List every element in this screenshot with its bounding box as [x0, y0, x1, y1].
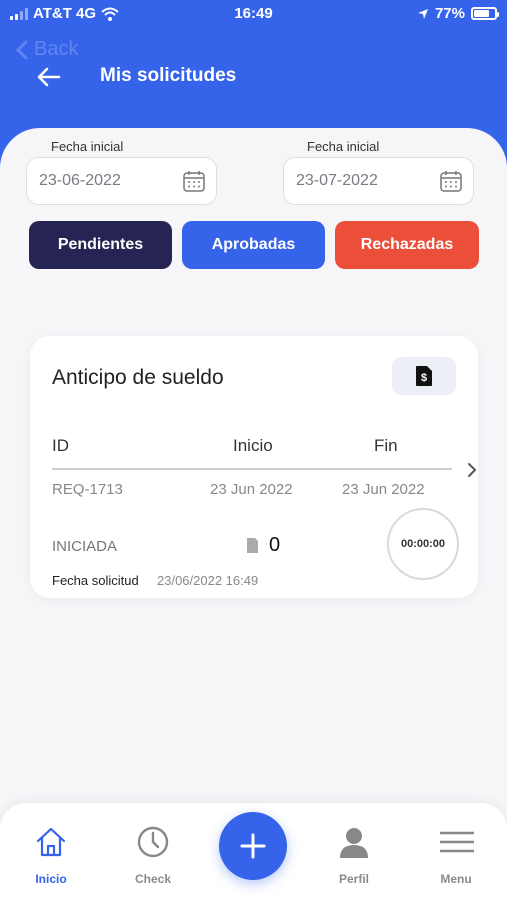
document-button[interactable]: $	[392, 357, 456, 395]
rejected-button[interactable]: Rechazadas	[335, 221, 479, 269]
plus-icon	[240, 833, 266, 859]
column-header-id: ID	[52, 436, 69, 455]
attachment-count-value: 0	[269, 534, 281, 556]
status-bar: AT&T 4G 16:49 77%	[0, 0, 507, 30]
request-date-value: 23/06/2022 16:49	[157, 573, 259, 588]
end-date-field[interactable]: 23-07-2022	[283, 157, 474, 205]
request-type-title: Anticipo de sueldo	[52, 366, 224, 389]
menu-icon	[440, 831, 474, 853]
nav-item-check[interactable]: Check	[108, 803, 198, 900]
attachment-count: 0	[246, 534, 280, 557]
divider	[52, 468, 452, 470]
approved-button[interactable]: Aprobadas	[182, 221, 325, 269]
request-id: REQ-1713	[52, 481, 123, 498]
request-start-date: 23 Jun 2022	[210, 481, 293, 498]
document-dollar-icon: $	[416, 366, 432, 386]
nav-label-perfil: Perfil	[338, 872, 369, 886]
nav-label-inicio: Inicio	[35, 872, 67, 886]
nav-item-menu[interactable]: Menu	[411, 803, 501, 900]
request-date-label: Fecha solicitud	[52, 573, 139, 588]
battery-percent: 77%	[434, 5, 465, 22]
add-request-button[interactable]	[219, 812, 287, 880]
end-date-label: Fecha inicial	[307, 139, 380, 154]
timer-circle[interactable]: 00:00:00	[387, 508, 459, 580]
back-arrow-icon[interactable]	[34, 62, 64, 92]
nav-item-perfil[interactable]: Perfil	[309, 803, 399, 900]
document-icon	[247, 538, 258, 553]
request-card[interactable]: Anticipo de sueldo $ ID Inicio Fin REQ-1…	[30, 336, 478, 598]
column-header-end: Fin	[374, 436, 398, 455]
page-title: Mis solicitudes	[100, 65, 237, 86]
svg-text:$: $	[421, 372, 427, 384]
back-ghost-label: Back	[34, 38, 79, 60]
nav-label-menu: Menu	[440, 872, 472, 886]
back-link-ghost: Back	[16, 38, 78, 61]
request-status: INICIADA	[52, 538, 118, 555]
end-date-value: 23-07-2022	[296, 172, 378, 189]
calendar-icon[interactable]	[439, 169, 463, 193]
column-header-start: Inicio	[233, 436, 273, 455]
nav-item-inicio[interactable]: Inicio	[6, 803, 96, 900]
request-end-date: 23 Jun 2022	[342, 481, 425, 498]
chevron-left-icon	[16, 40, 28, 59]
nav-label-check: Check	[134, 872, 172, 886]
battery-icon	[471, 7, 499, 20]
chevron-right-icon[interactable]	[465, 460, 479, 480]
home-icon	[36, 827, 66, 857]
pending-button[interactable]: Pendientes	[29, 221, 172, 269]
start-date-value: 23-06-2022	[39, 172, 121, 189]
calendar-icon[interactable]	[182, 169, 206, 193]
timer-value: 00:00:00	[400, 538, 446, 550]
user-icon	[340, 828, 368, 858]
location-arrow-icon	[417, 8, 428, 19]
start-date-label: Fecha inicial	[51, 139, 124, 154]
clock-icon	[137, 826, 169, 858]
start-date-field[interactable]: 23-06-2022	[26, 157, 217, 205]
